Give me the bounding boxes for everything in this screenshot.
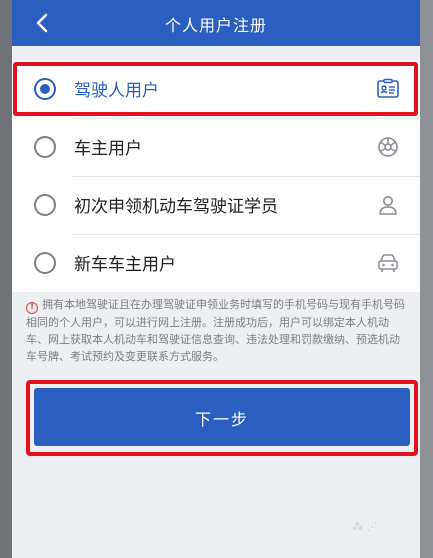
car-icon	[378, 254, 398, 272]
user-type-list: 驾驶人用户 车主用户 初次申领机动车驾驶证学员 新车车主用户	[12, 60, 420, 292]
radio-unselected[interactable]	[34, 252, 56, 274]
registration-screen: 个人用户注册 驾驶人用户 车主用户 初次申领机动车驾驶证学员 新车车主用户 ! …	[12, 0, 420, 558]
option-label: 车主用户	[74, 139, 142, 159]
option-first-license-student[interactable]: 初次申领机动车驾驶证学员	[12, 176, 420, 234]
next-step-button[interactable]: 下一步	[34, 388, 410, 446]
registration-notice: ! 拥有本地驾驶证且在办理驾驶证申领业务时填写的手机号码与现有手机号码相同的个人用…	[26, 296, 406, 365]
next-step-label: 下一步	[194, 410, 249, 429]
background-edge-left	[0, 0, 12, 558]
steering-wheel-icon	[378, 137, 398, 157]
top-bar: 个人用户注册	[12, 0, 420, 46]
page-title: 个人用户注册	[164, 16, 267, 35]
option-new-car-owner[interactable]: 新车车主用户	[12, 234, 420, 292]
option-label: 驾驶人用户	[74, 81, 159, 101]
option-driver-user[interactable]: 驾驶人用户	[12, 60, 420, 118]
id-card-icon	[377, 78, 399, 98]
option-label: 初次申领机动车驾驶证学员	[74, 197, 278, 217]
radio-unselected[interactable]	[34, 194, 56, 216]
radio-unselected[interactable]	[34, 136, 56, 158]
option-label: 新车车主用户	[74, 255, 176, 275]
radio-selected[interactable]	[34, 78, 56, 100]
option-vehicle-owner[interactable]: 车主用户	[12, 118, 420, 176]
watermark: ⁂ ⋰	[352, 520, 378, 533]
notice-text: 拥有本地驾驶证且在办理驾驶证申领业务时填写的手机号码与现有手机号码相同的个人用户…	[26, 298, 405, 363]
person-icon	[379, 196, 397, 215]
warning-icon: !	[26, 302, 38, 314]
